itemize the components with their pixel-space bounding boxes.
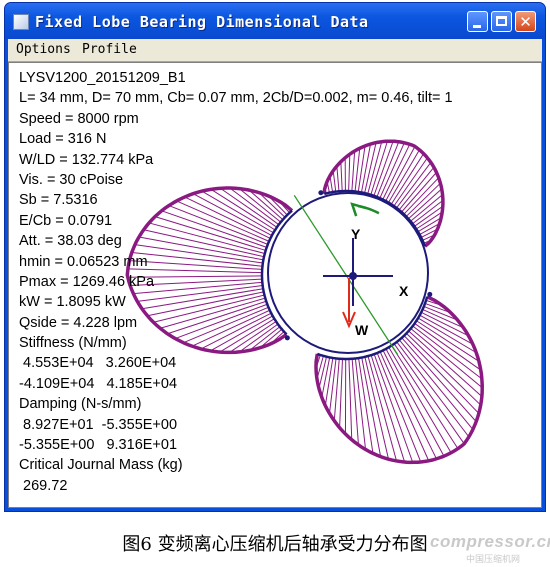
maximize-button[interactable] <box>491 11 512 32</box>
app-window: Fixed Lobe Bearing Dimensional Data ✕ Op… <box>4 2 546 512</box>
result-line: 4.553E+04 3.260E+04 <box>19 355 177 372</box>
close-icon: ✕ <box>519 13 532 31</box>
result-line: Att. = 38.03 deg <box>19 233 122 250</box>
menu-profile[interactable]: Profile <box>82 42 137 57</box>
maximize-icon <box>496 16 507 26</box>
watermark-sub: 中国压缩机网 <box>466 555 521 565</box>
result-line: 8.927E+01 -5.355E+00 <box>19 416 178 433</box>
result-line: Speed = 8000 rpm <box>19 110 139 127</box>
window-title: Fixed Lobe Bearing Dimensional Data <box>35 13 369 31</box>
minimize-icon <box>473 25 481 28</box>
result-line: hmin = 0.06523 mm <box>19 253 148 270</box>
result-line: Vis. = 30 cPoise <box>19 171 124 188</box>
result-line: Damping (N-s/mm) <box>19 396 142 413</box>
result-line: LYSV1200_20151209_B1 <box>19 70 186 86</box>
result-line: Critical Journal Mass (kg) <box>19 457 183 474</box>
result-line: Load = 316 N <box>19 131 107 148</box>
result-line: -5.355E+00 9.316E+01 <box>19 437 178 454</box>
result-line: L= 34 mm, D= 70 mm, Cb= 0.07 mm, 2Cb/D=0… <box>19 90 453 107</box>
result-line: Qside = 4.228 lpm <box>19 314 138 331</box>
app-icon <box>13 14 29 30</box>
result-line: kW = 1.8095 kW <box>19 294 126 311</box>
minimize-button[interactable] <box>467 11 488 32</box>
result-line: -4.109E+04 4.185E+04 <box>19 375 178 392</box>
client-area: Y X W LYSV1200_20151209_B1 L= 34 mm, D= 7… <box>8 62 542 508</box>
result-line: W/LD = 132.774 kPa <box>19 151 154 168</box>
menu-options[interactable]: Options <box>16 42 71 57</box>
menu-bar: Options Profile <box>8 39 542 62</box>
watermark: compressor.cn <box>430 532 550 551</box>
result-line: Pmax = 1269.46 kPa <box>19 273 155 290</box>
title-bar[interactable]: Fixed Lobe Bearing Dimensional Data ✕ <box>5 3 545 39</box>
results-text: LYSV1200_20151209_B1 L= 34 mm, D= 70 mm, … <box>19 68 453 496</box>
result-line: E/Cb = 0.0791 <box>19 212 113 229</box>
result-line: Stiffness (N/mm) <box>19 335 127 352</box>
result-line: Sb = 7.5316 <box>19 192 98 209</box>
close-button[interactable]: ✕ <box>515 11 536 32</box>
result-line: 269.72 <box>19 477 68 494</box>
